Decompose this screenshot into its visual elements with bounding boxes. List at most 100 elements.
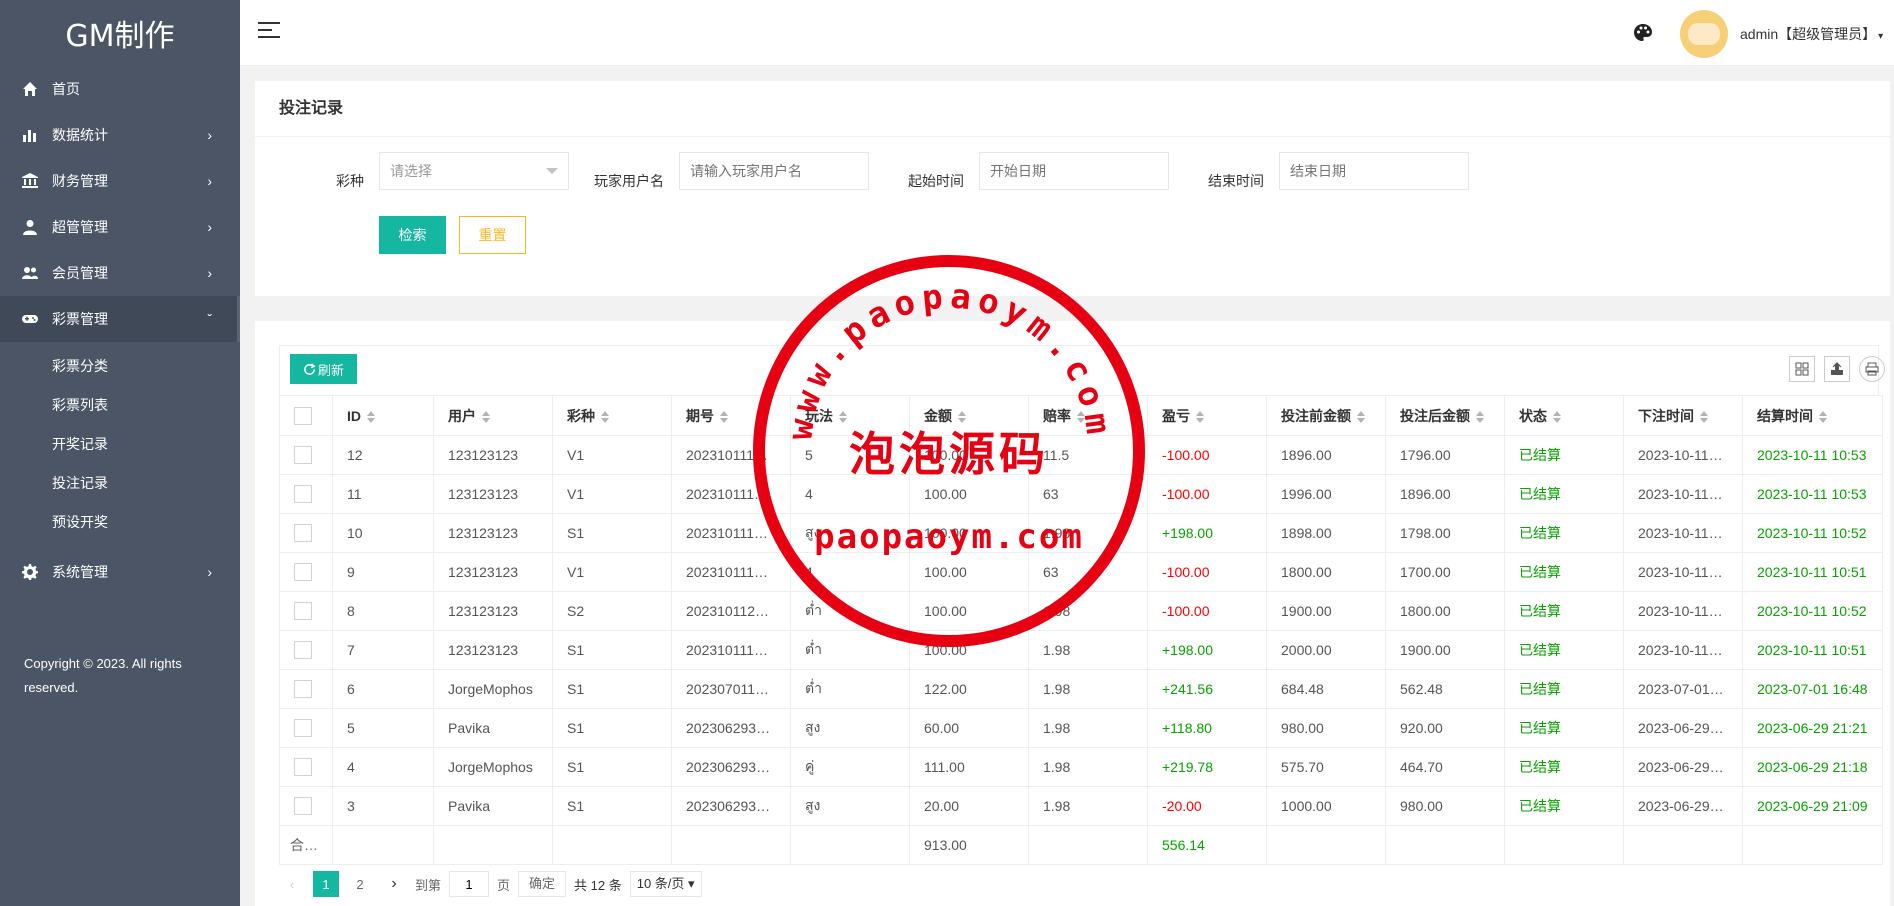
table-row[interactable]: 10 123123123 S1 202310111… สูง 100.00 1.98 +198… <box>279 513 1883 553</box>
row-checkbox[interactable] <box>294 641 312 660</box>
lottery-select[interactable]: 请选择 <box>379 152 569 190</box>
menu-toggle-icon[interactable] <box>258 22 280 44</box>
cell-after: 562.48 <box>1385 669 1505 709</box>
sort-icon[interactable] <box>839 410 847 423</box>
column-header-id[interactable]: ID <box>332 395 434 436</box>
submenu-item-bet-records[interactable]: 投注记录 <box>0 463 240 502</box>
column-header-amount[interactable]: 金额 <box>909 395 1029 436</box>
sort-icon[interactable] <box>958 410 966 423</box>
column-header-settle-time[interactable]: 结算时间 <box>1742 395 1883 436</box>
goto-confirm-button[interactable]: 确定 <box>518 871 567 897</box>
cell-lottery: S1 <box>552 786 672 826</box>
column-header-odds[interactable]: 赔率 <box>1028 395 1148 436</box>
sidebar-item-finance[interactable]: 财务管理 › <box>0 158 240 204</box>
row-select-cell <box>279 513 333 553</box>
prev-page-button[interactable]: ‹ <box>279 871 305 897</box>
column-header-profit[interactable]: 盈亏 <box>1147 395 1267 436</box>
sidebar-item-statistics[interactable]: 数据统计 › <box>0 112 240 158</box>
sidebar-item-home[interactable]: 首页 <box>0 66 240 112</box>
cell-lottery: S1 <box>552 708 672 748</box>
sort-icon[interactable] <box>1357 410 1365 423</box>
column-header-user[interactable]: 用户 <box>433 395 553 436</box>
cell-after: 464.70 <box>1385 747 1505 787</box>
table-row[interactable]: 6 JorgeMophos S1 202307011… ต่ำ 122.00 1.98 +24… <box>279 669 1883 709</box>
table-row[interactable]: 5 Pavika S1 202306293… สูง 60.00 1.98 +118.80 98… <box>279 708 1883 748</box>
row-checkbox[interactable] <box>294 602 312 621</box>
sort-icon[interactable] <box>1553 410 1561 423</box>
sort-icon[interactable] <box>1476 410 1484 423</box>
row-checkbox[interactable] <box>294 446 312 465</box>
columns-filter-icon[interactable] <box>1789 356 1815 382</box>
sort-icon[interactable] <box>1700 410 1708 423</box>
cell-after: 1796.00 <box>1385 435 1505 475</box>
select-all-checkbox[interactable] <box>294 406 312 425</box>
sort-icon[interactable] <box>720 410 728 423</box>
sort-icon[interactable] <box>1819 410 1827 423</box>
print-icon[interactable] <box>1859 356 1885 382</box>
reset-button[interactable]: 重置 <box>459 216 526 254</box>
sidebar-item-system[interactable]: 系统管理 › <box>0 549 240 595</box>
avatar[interactable] <box>1680 10 1728 58</box>
cell-amount: 60.00 <box>909 708 1029 748</box>
sort-icon[interactable] <box>1196 410 1204 423</box>
page-1-button[interactable]: 1 <box>313 871 339 897</box>
sidebar-item-lottery[interactable]: 彩票管理 ˇ <box>0 296 240 342</box>
cell-settle-time: 2023-10-11 10:52 <box>1742 591 1883 631</box>
submenu-item-lottery-category[interactable]: 彩票分类 <box>0 346 240 385</box>
app-logo[interactable]: GM制作 <box>0 0 240 66</box>
table-row[interactable]: 12 123123123 V1 202310111… 5 100.00 11.5 -100.0… <box>279 435 1883 475</box>
sidebar-item-members[interactable]: 会员管理 › <box>0 250 240 296</box>
submenu-item-draw-records[interactable]: 开奖记录 <box>0 424 240 463</box>
column-header-play[interactable]: 玩法 <box>790 395 910 436</box>
user-menu[interactable]: admin【超级管理员】 ▾ <box>1740 24 1883 44</box>
cell-profit: -100.00 <box>1147 474 1267 514</box>
cell-period: 202307011… <box>671 669 791 709</box>
start-date-input[interactable] <box>979 152 1169 190</box>
submenu-item-lottery-list[interactable]: 彩票列表 <box>0 385 240 424</box>
cell-lottery: V1 <box>552 474 672 514</box>
sort-icon[interactable] <box>601 410 609 423</box>
table-row[interactable]: 3 Pavika S1 202306293… สูง 20.00 1.98 -20.00 100… <box>279 786 1883 826</box>
row-checkbox[interactable] <box>294 797 312 816</box>
column-header-bet-time[interactable]: 下注时间 <box>1623 395 1743 436</box>
column-header-before[interactable]: 投注前金额 <box>1266 395 1386 436</box>
row-checkbox[interactable] <box>294 758 312 777</box>
chevron-right-icon: › <box>207 173 212 189</box>
row-checkbox[interactable] <box>294 563 312 582</box>
cell-bet-time: 2023-10-11… <box>1623 435 1743 475</box>
column-header-after[interactable]: 投注后金额 <box>1385 395 1505 436</box>
column-header-status[interactable]: 状态 <box>1504 395 1624 436</box>
table-row[interactable]: 4 JorgeMophos S1 202306293… คู่ 111.00 1.98 +21… <box>279 747 1883 787</box>
page-2-button[interactable]: 2 <box>347 871 373 897</box>
next-page-button[interactable]: › <box>381 871 407 897</box>
table-row[interactable]: 7 123123123 S1 202310111… ต่ำ 100.00 1.98 +198.… <box>279 630 1883 670</box>
sort-icon[interactable] <box>1077 410 1085 423</box>
table-row[interactable]: 8 123123123 S2 202310112… ต่ำ 100.00 1.98 -100.… <box>279 591 1883 631</box>
row-select-cell <box>279 708 333 748</box>
cell-id: 9 <box>332 552 434 592</box>
page-size-select[interactable]: 10 条/页 ▾ <box>629 871 702 897</box>
cell-before: 1996.00 <box>1266 474 1386 514</box>
row-checkbox[interactable] <box>294 485 312 504</box>
cell-period: 202306293… <box>671 786 791 826</box>
sort-icon[interactable] <box>482 410 490 423</box>
column-header-lottery[interactable]: 彩种 <box>552 395 672 436</box>
sidebar-item-super-admin[interactable]: 超管管理 › <box>0 204 240 250</box>
palette-icon[interactable] <box>1632 22 1654 44</box>
end-date-input[interactable] <box>1279 152 1469 190</box>
cell-id: 3 <box>332 786 434 826</box>
sort-icon[interactable] <box>367 410 375 423</box>
refresh-button[interactable]: 刷新 <box>290 354 357 384</box>
player-username-input[interactable] <box>679 152 869 190</box>
table-row[interactable]: 9 123123123 V1 202310111… 4 100.00 63 -100.00 18… <box>279 552 1883 592</box>
cell-odds: 1.98 <box>1028 708 1148 748</box>
row-checkbox[interactable] <box>294 680 312 699</box>
goto-page-input[interactable] <box>449 871 490 897</box>
submenu-item-preset-draw[interactable]: 预设开奖 <box>0 502 240 541</box>
search-button[interactable]: 检索 <box>379 216 446 254</box>
row-checkbox[interactable] <box>294 524 312 543</box>
column-header-period[interactable]: 期号 <box>671 395 791 436</box>
table-row[interactable]: 11 123123123 V1 202310111… 4 100.00 63 -100.00 1… <box>279 474 1883 514</box>
export-icon[interactable] <box>1824 356 1850 382</box>
row-checkbox[interactable] <box>294 719 312 738</box>
